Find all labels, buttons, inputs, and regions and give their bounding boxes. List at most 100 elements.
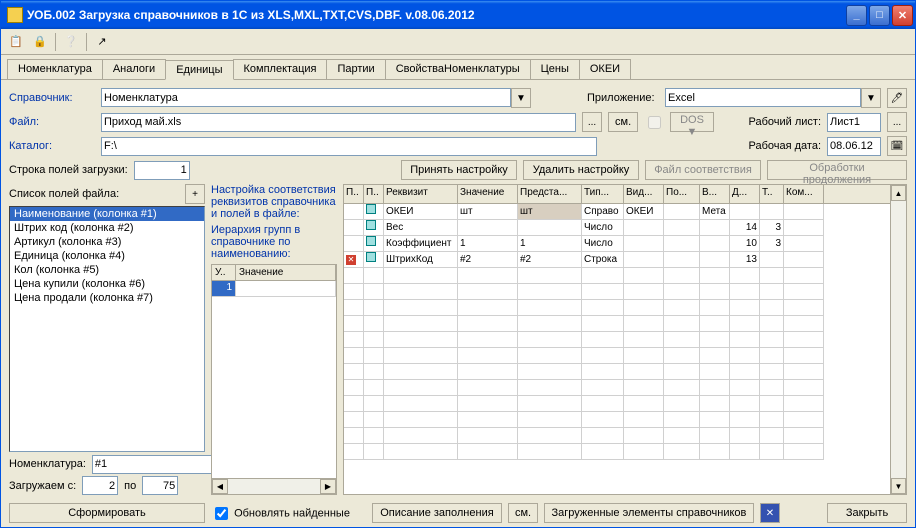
grid-cell[interactable]	[458, 428, 518, 444]
grid-cell[interactable]	[458, 380, 518, 396]
grid-cell[interactable]	[624, 444, 664, 460]
grid-cell[interactable]	[784, 204, 824, 220]
grid-cell[interactable]	[760, 396, 784, 412]
grid-cell[interactable]	[364, 396, 384, 412]
grid-cell[interactable]	[624, 380, 664, 396]
grid-cell[interactable]: 14	[730, 220, 760, 236]
table-row[interactable]	[344, 444, 890, 460]
grid-cell[interactable]	[700, 236, 730, 252]
grid-cell[interactable]	[364, 204, 384, 220]
tab-3[interactable]: Комплектация	[233, 59, 328, 79]
grid-cell[interactable]	[700, 412, 730, 428]
grid-cell[interactable]: Вес	[384, 220, 458, 236]
grid-cell[interactable]	[784, 412, 824, 428]
grid-header[interactable]: Ком...	[784, 185, 824, 203]
grid-cell[interactable]: Мета	[700, 204, 730, 220]
sformirovat-button[interactable]: Сформировать	[9, 503, 205, 523]
grid-cell[interactable]	[364, 268, 384, 284]
grid-cell[interactable]	[518, 300, 582, 316]
grid-cell[interactable]: Строка	[582, 252, 624, 268]
scroll-up-icon[interactable]: ▲	[891, 185, 906, 201]
grid-cell[interactable]	[700, 348, 730, 364]
scroll-left-icon[interactable]: ◀	[212, 479, 228, 494]
grid-cell[interactable]: Коэффициент	[384, 236, 458, 252]
help-icon[interactable]: ❔	[62, 33, 80, 51]
grid-cell[interactable]	[730, 348, 760, 364]
udalit-button[interactable]: Удалить настройку	[523, 160, 639, 180]
grid-cell[interactable]	[730, 316, 760, 332]
grid-cell[interactable]	[700, 300, 730, 316]
grid-cell[interactable]	[760, 252, 784, 268]
grid-cell[interactable]	[518, 364, 582, 380]
grid-cell[interactable]	[664, 220, 700, 236]
list-item[interactable]: Кол (колонка #5)	[10, 263, 204, 277]
table-row[interactable]	[344, 348, 890, 364]
grid-cell[interactable]	[624, 364, 664, 380]
prinyat-button[interactable]: Принять настройку	[401, 160, 517, 180]
grid-header[interactable]: П..	[344, 185, 364, 203]
grid-cell[interactable]	[730, 204, 760, 220]
grid-cell[interactable]	[730, 380, 760, 396]
grid-cell[interactable]	[582, 332, 624, 348]
grid-cell[interactable]	[364, 252, 384, 268]
tab-2[interactable]: Единицы	[165, 60, 233, 80]
grid-cell[interactable]	[458, 412, 518, 428]
grid-cell[interactable]	[664, 316, 700, 332]
zagruzhennye-button[interactable]: Загруженные элементы справочников	[544, 503, 754, 523]
grid-cell[interactable]	[458, 444, 518, 460]
toolbar-icon-3[interactable]: ↗	[93, 33, 111, 51]
grid-cell[interactable]	[664, 236, 700, 252]
table-row[interactable]: ОКЕИштштСправоОКЕИМета	[344, 204, 890, 220]
hdr-znachenie[interactable]: Значение	[236, 265, 336, 280]
tab-7[interactable]: ОКЕИ	[579, 59, 631, 79]
grid-cell[interactable]	[384, 284, 458, 300]
grid-cell[interactable]	[364, 412, 384, 428]
grid-cell[interactable]	[664, 412, 700, 428]
grid-cell[interactable]: ✕	[344, 252, 364, 268]
grid-cell[interactable]	[624, 268, 664, 284]
grid-cell[interactable]	[664, 284, 700, 300]
grid-cell[interactable]: 1	[458, 236, 518, 252]
table-row[interactable]	[344, 428, 890, 444]
grid-cell[interactable]	[518, 348, 582, 364]
grid-cell[interactable]	[458, 220, 518, 236]
grid-cell[interactable]	[582, 396, 624, 412]
grid-cell[interactable]	[518, 332, 582, 348]
hierarchy-table[interactable]: У.. Значение 1 ◀ ▶	[211, 264, 337, 495]
grid-cell[interactable]: 3	[760, 236, 784, 252]
grid-cell[interactable]	[700, 220, 730, 236]
grid-cell[interactable]	[458, 364, 518, 380]
hrow-val[interactable]	[236, 281, 336, 297]
obnovlyat-checkbox-label[interactable]: Обновлять найденные	[211, 504, 350, 523]
grid-cell[interactable]	[624, 412, 664, 428]
list-item[interactable]: Штрих код (колонка #2)	[10, 221, 204, 235]
grid-cell[interactable]	[730, 284, 760, 300]
grid-cell[interactable]	[730, 428, 760, 444]
spravochnik-dropdown[interactable]: ▼	[511, 88, 531, 108]
grid-cell[interactable]	[518, 412, 582, 428]
grid-cell[interactable]	[624, 284, 664, 300]
grid-cell[interactable]	[784, 364, 824, 380]
tab-6[interactable]: Цены	[530, 59, 580, 79]
grid-cell[interactable]	[760, 412, 784, 428]
grid-cell[interactable]	[518, 220, 582, 236]
grid-cell[interactable]	[458, 284, 518, 300]
tab-0[interactable]: Номенклатура	[7, 59, 103, 79]
grid-cell[interactable]: 1	[518, 236, 582, 252]
grid-cell[interactable]	[700, 284, 730, 300]
grid-cell[interactable]	[518, 444, 582, 460]
list-input[interactable]	[827, 113, 881, 132]
grid-cell[interactable]	[344, 396, 364, 412]
opisanie-button[interactable]: Описание заполнения	[372, 503, 502, 523]
grid-vscroll[interactable]: ▲ ▼	[890, 185, 906, 494]
hdr-u[interactable]: У..	[212, 265, 236, 280]
grid-cell[interactable]	[364, 380, 384, 396]
grid-cell[interactable]	[624, 396, 664, 412]
grid-cell[interactable]	[700, 316, 730, 332]
scroll-down-icon[interactable]: ▼	[891, 478, 906, 494]
grid-cell[interactable]	[582, 412, 624, 428]
grid-cell[interactable]	[730, 444, 760, 460]
tab-1[interactable]: Аналоги	[102, 59, 166, 79]
grid-cell[interactable]	[730, 396, 760, 412]
grid-cell[interactable]: 13	[730, 252, 760, 268]
